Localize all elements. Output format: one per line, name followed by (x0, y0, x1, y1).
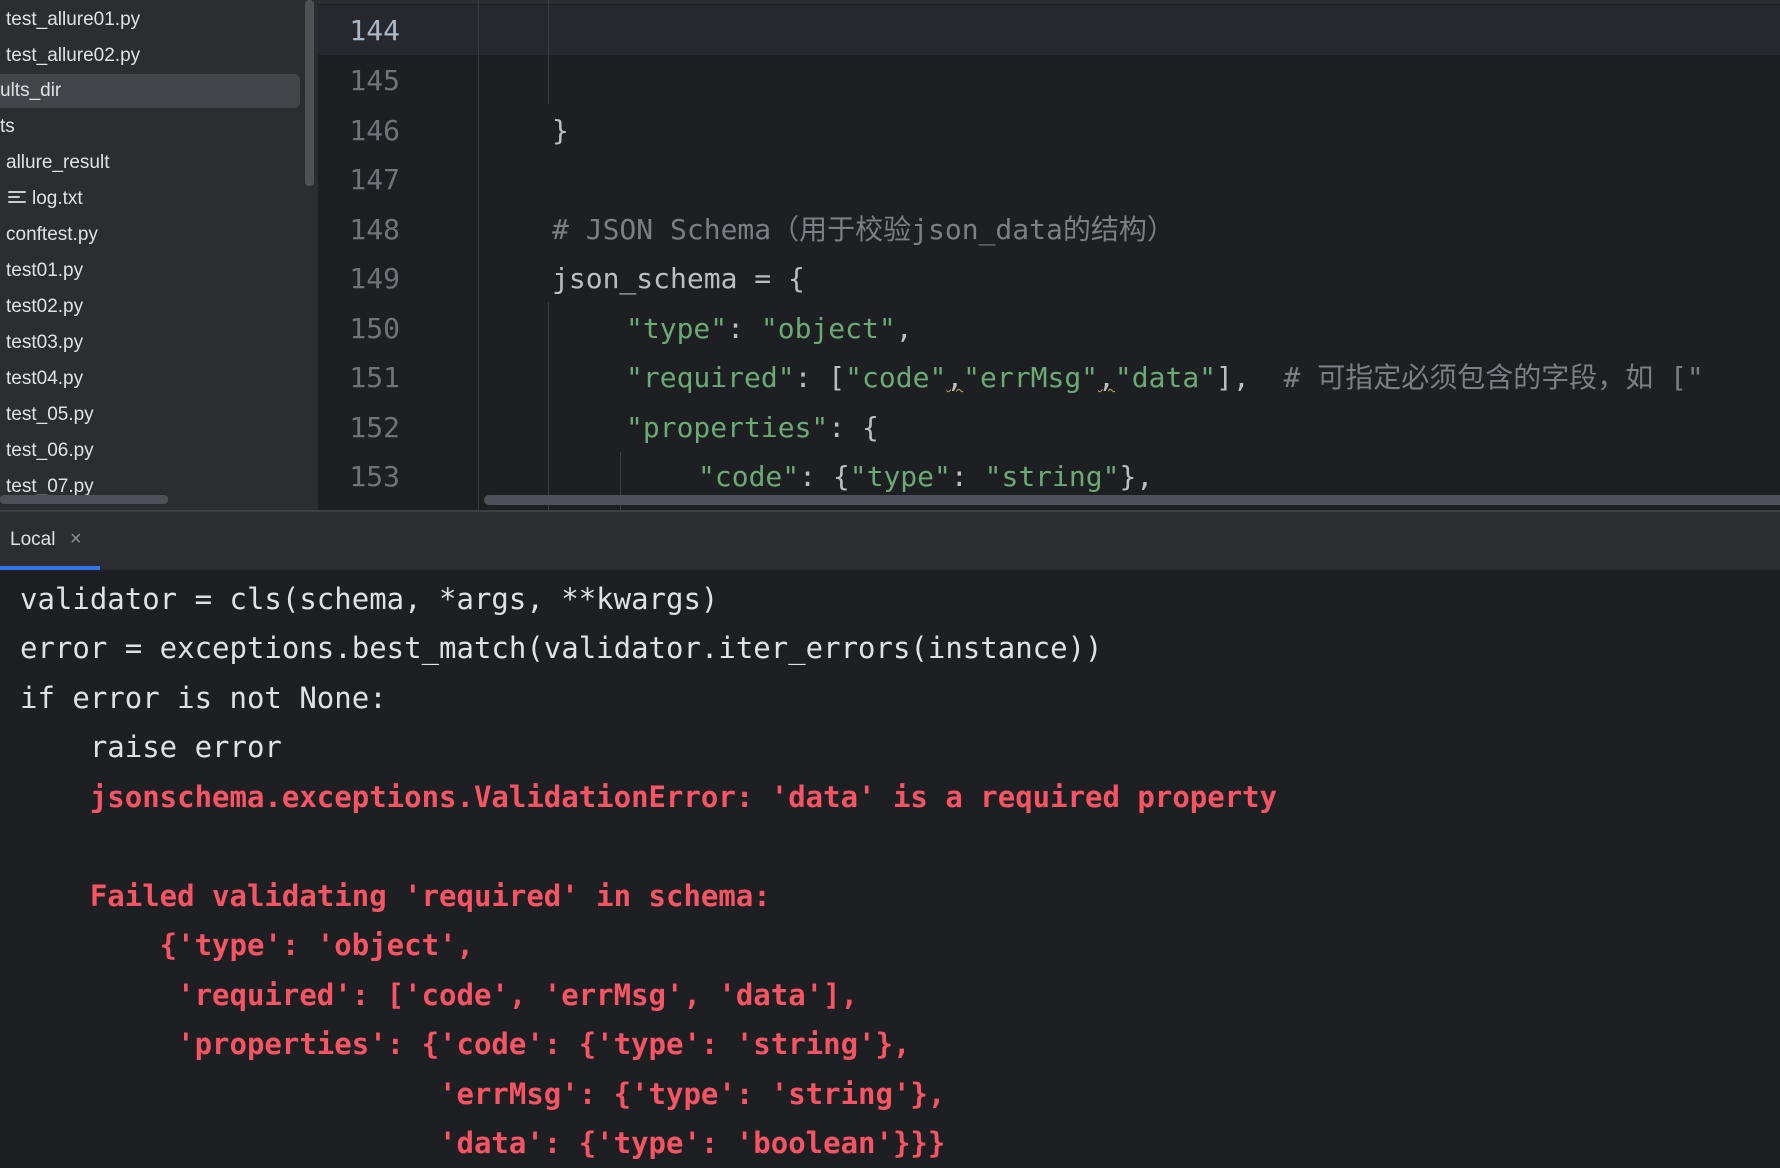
tree-item-test06[interactable]: test_06.py (0, 434, 94, 468)
tree-item-test03[interactable]: test03.py (0, 326, 83, 360)
tree-item-label: test_allure01.py (6, 9, 141, 30)
tree-item-test04[interactable]: test04.py (0, 362, 83, 396)
code-line-150: "type": "object", (626, 312, 913, 345)
tree-item-test-allure02[interactable]: test_allure02.py (0, 39, 140, 73)
terminal-line: validator = cls(schema, *args, **kwargs) (20, 582, 719, 616)
terminal-output[interactable]: validator = cls(schema, *args, **kwargs)… (0, 570, 1780, 1160)
error-line: 'errMsg': {'type': 'string'}, (20, 1077, 946, 1111)
code-editor[interactable]: 144 145 146 147 148 149 150 151 152 153 … (318, 0, 1780, 510)
editor-top-border (318, 0, 1780, 4)
tree-item-results-dir[interactable]: ults_dir (0, 74, 300, 108)
line-number: 153 (349, 460, 400, 493)
line-number: 149 (349, 262, 400, 295)
project-tree[interactable]: test_allure01.py test_allure02.py ults_d… (0, 0, 318, 510)
tab-label: Local (10, 529, 56, 550)
code-line-152: "properties": { (626, 411, 879, 444)
error-line: Failed validating 'required' in schema: (20, 879, 771, 913)
sidebar-horizontal-scrollbar[interactable] (0, 495, 168, 504)
tree-item-label: test01.py (6, 260, 84, 281)
terminal-line: if error is not None: (20, 681, 387, 715)
line-number: 152 (349, 411, 400, 444)
code-line-149: json_schema = { (552, 262, 805, 295)
error-line: 'data': {'type': 'boolean'}}} (20, 1126, 946, 1160)
tree-item-allure-result[interactable]: allure_result (0, 146, 110, 180)
tree-item-label: test03.py (6, 332, 84, 353)
code-line-148: # JSON Schema（用于校验json_data的结构） (552, 213, 1175, 246)
indent-guide (548, 302, 549, 510)
terminal-tab-bar: Local × (0, 512, 1780, 570)
terminal-line: raise error (20, 730, 282, 764)
close-icon[interactable]: × (70, 528, 82, 551)
indent-guide (548, 0, 549, 104)
line-number: 151 (349, 361, 400, 394)
editor-horizontal-scrollbar[interactable] (484, 495, 1780, 505)
current-line-highlight (318, 5, 1780, 55)
sidebar-vertical-scrollbar[interactable] (305, 0, 314, 186)
line-number: 145 (349, 64, 400, 97)
tree-item-label: ts (0, 116, 15, 137)
code-line-151: "required": ["code","errMsg","data"], # … (626, 361, 1704, 394)
line-number: 148 (349, 213, 400, 246)
tree-item-test02[interactable]: test02.py (0, 290, 83, 324)
tree-item-ts[interactable]: ts (0, 110, 15, 144)
error-line: 'required': ['code', 'errMsg', 'data'], (20, 978, 859, 1012)
tree-item-conftest[interactable]: conftest.py (0, 218, 98, 252)
tree-item-label: test_06.py (6, 440, 94, 461)
tree-item-label: test02.py (6, 296, 84, 317)
line-number: 147 (349, 163, 400, 196)
tree-item-label: test_allure02.py (6, 45, 141, 66)
gutter-separator (478, 0, 479, 510)
code-line-146: } (552, 114, 569, 147)
tree-item-label: allure_result (6, 152, 110, 173)
text-file-icon (8, 190, 26, 206)
tree-item-label: test_07.py (6, 476, 94, 497)
tree-item-label: test04.py (6, 368, 84, 389)
tree-item-test05[interactable]: test_05.py (0, 398, 94, 432)
error-line: {'type': 'object', (20, 928, 474, 962)
tree-item-label: test_05.py (6, 404, 94, 425)
tree-item-test01[interactable]: test01.py (0, 254, 83, 288)
error-line: 'properties': {'code': {'type': 'string'… (20, 1027, 911, 1061)
tree-item-label: log.txt (32, 188, 83, 209)
tree-item-log-txt[interactable]: log.txt (0, 182, 83, 216)
line-number: 144 (349, 14, 400, 47)
line-number: 146 (349, 114, 400, 147)
tree-item-label: conftest.py (6, 224, 98, 245)
tab-local[interactable]: Local × (0, 512, 100, 570)
error-line: jsonschema.exceptions.ValidationError: '… (20, 780, 1278, 814)
tree-item-label: ults_dir (0, 80, 62, 101)
tree-item-test-allure01[interactable]: test_allure01.py (0, 3, 140, 37)
line-number: 150 (349, 312, 400, 345)
terminal-line: error = exceptions.best_match(validator.… (20, 631, 1103, 665)
